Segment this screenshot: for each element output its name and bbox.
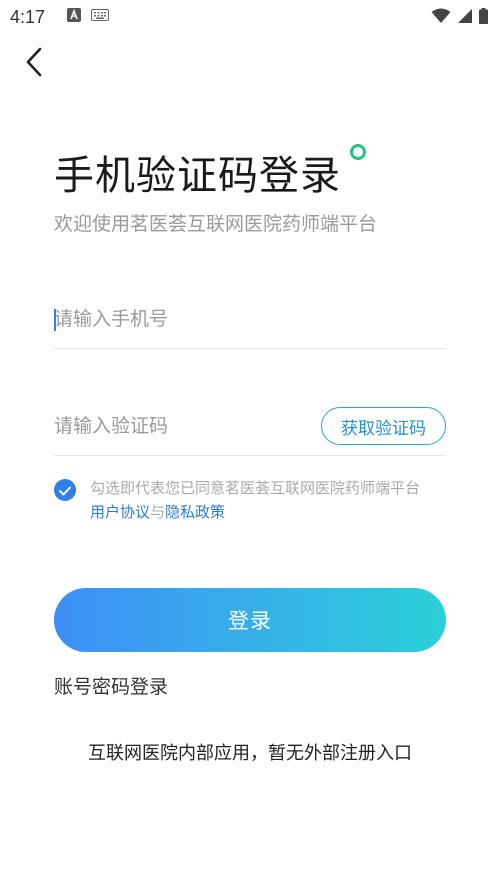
page-subtitle: 欢迎使用茗医荟互联网医院药师端平台: [54, 213, 378, 235]
agreement-connector: 与: [150, 503, 166, 521]
text-cursor: [54, 309, 56, 331]
signal-icon: [457, 8, 473, 29]
status-bar: 4:17: [0, 0, 500, 34]
battery-icon: [479, 8, 488, 29]
verification-code-input[interactable]: [54, 396, 304, 455]
chevron-left-icon: [25, 47, 43, 81]
page-title: 手机验证码登录: [54, 153, 341, 199]
password-login-link[interactable]: 账号密码登录: [54, 673, 168, 701]
footer-note: 互联网医院内部应用，暂无外部注册入口: [88, 743, 412, 764]
get-code-button[interactable]: 获取验证码: [321, 407, 446, 445]
status-icons-left: [67, 7, 110, 27]
privacy-policy-link[interactable]: 隐私政策: [165, 503, 225, 521]
agreement-checkbox[interactable]: [54, 479, 76, 501]
status-icons-right: [431, 8, 488, 29]
phone-input[interactable]: [54, 289, 446, 348]
user-agreement-link[interactable]: 用户协议: [90, 503, 150, 521]
check-icon: [59, 481, 71, 500]
a-notification-icon: [67, 7, 82, 27]
login-button[interactable]: 登录: [54, 588, 446, 652]
title-dot-decoration: [350, 144, 366, 160]
agreement-text: 勾选即代表您已同意茗医荟互联网医院药师端平台 用户协议与隐私政策: [90, 476, 454, 524]
agreement-row: 勾选即代表您已同意茗医荟互联网医院药师端平台 用户协议与隐私政策: [54, 476, 454, 524]
code-field: 获取验证码: [54, 396, 446, 456]
agreement-prefix: 勾选即代表您已同意茗医荟互联网医院药师端平台: [90, 479, 421, 497]
back-button[interactable]: [16, 44, 52, 84]
wifi-icon: [431, 8, 451, 29]
keyboard-icon: [91, 8, 110, 26]
phone-field: [54, 289, 446, 349]
status-time: 4:17: [10, 6, 46, 27]
